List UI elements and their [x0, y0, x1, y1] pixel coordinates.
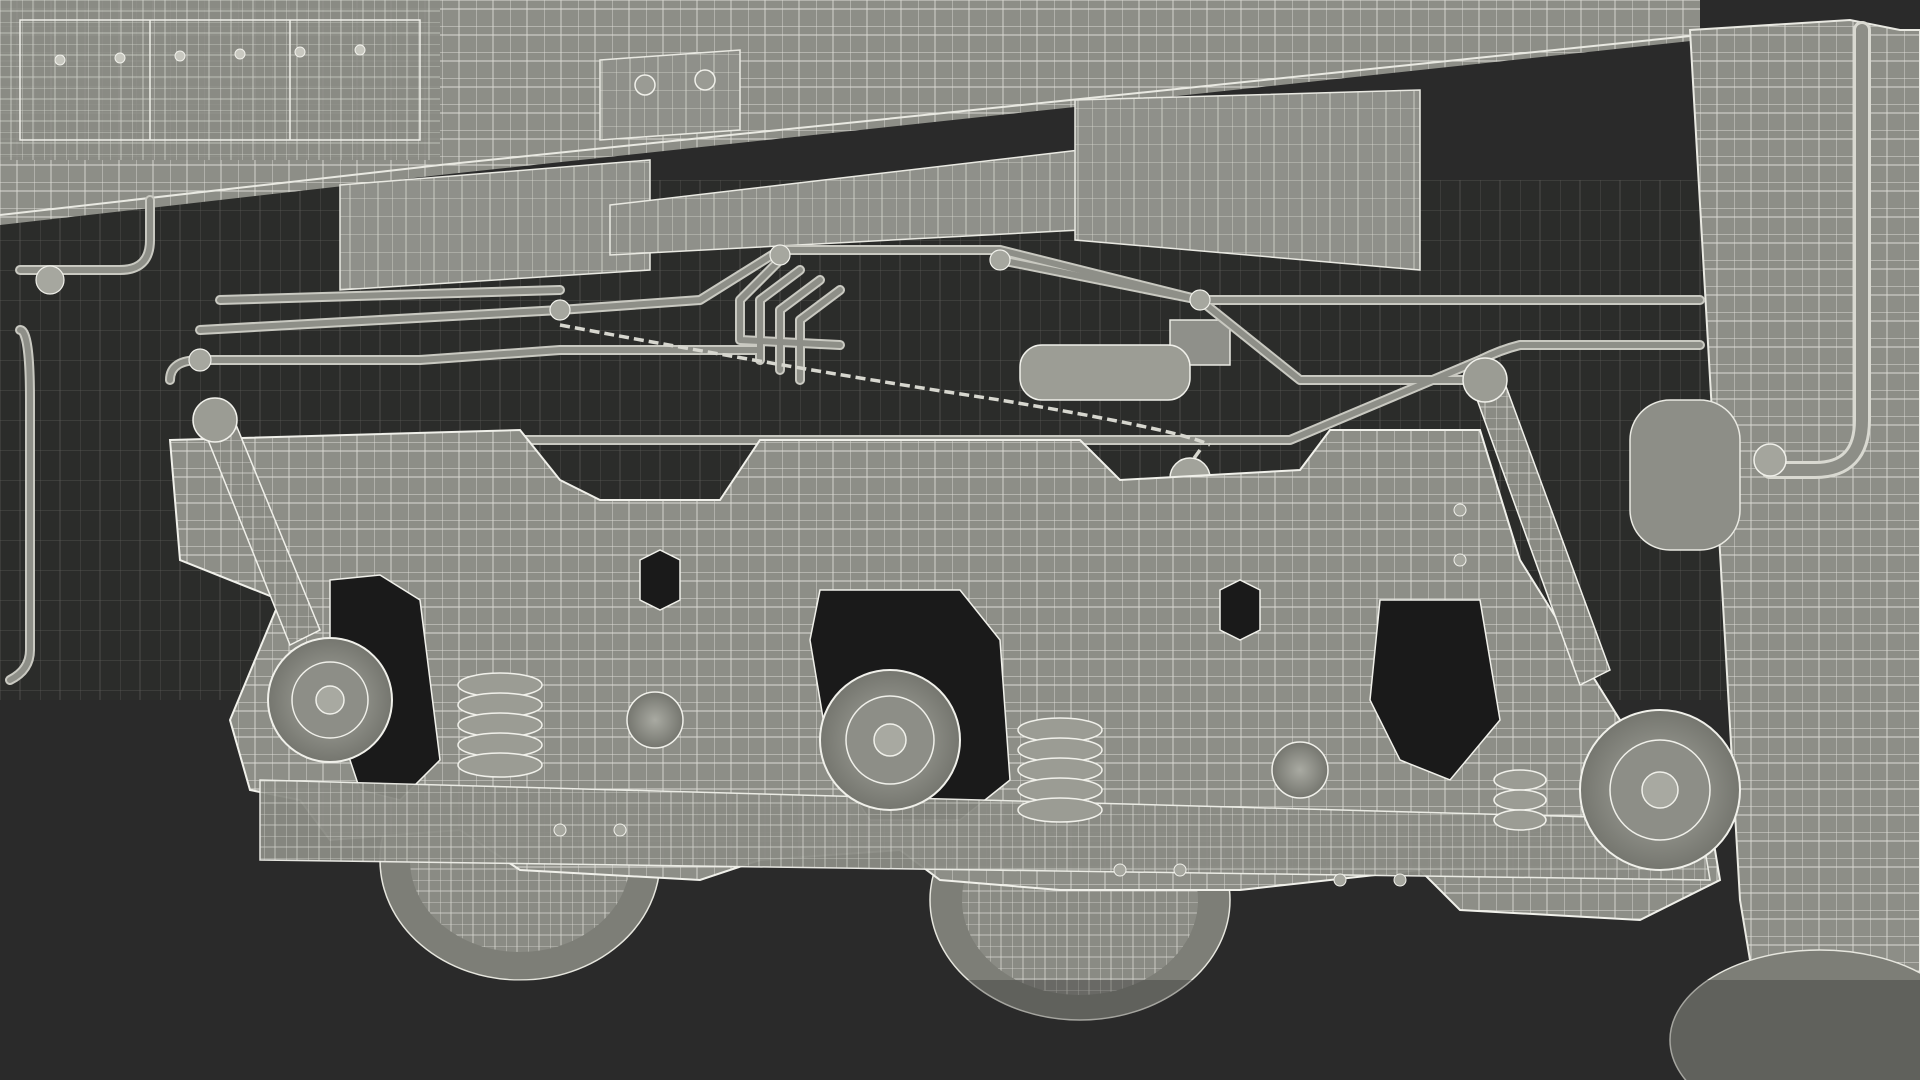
axle-box-center [819, 669, 961, 811]
wireframe-render [0, 0, 1920, 1080]
underframe-beam [599, 49, 741, 141]
axle-box-right [1579, 709, 1741, 871]
ground-shadow [0, 980, 1920, 1080]
axle-box-left [267, 637, 393, 763]
bogie-side-frame [168, 428, 1722, 922]
